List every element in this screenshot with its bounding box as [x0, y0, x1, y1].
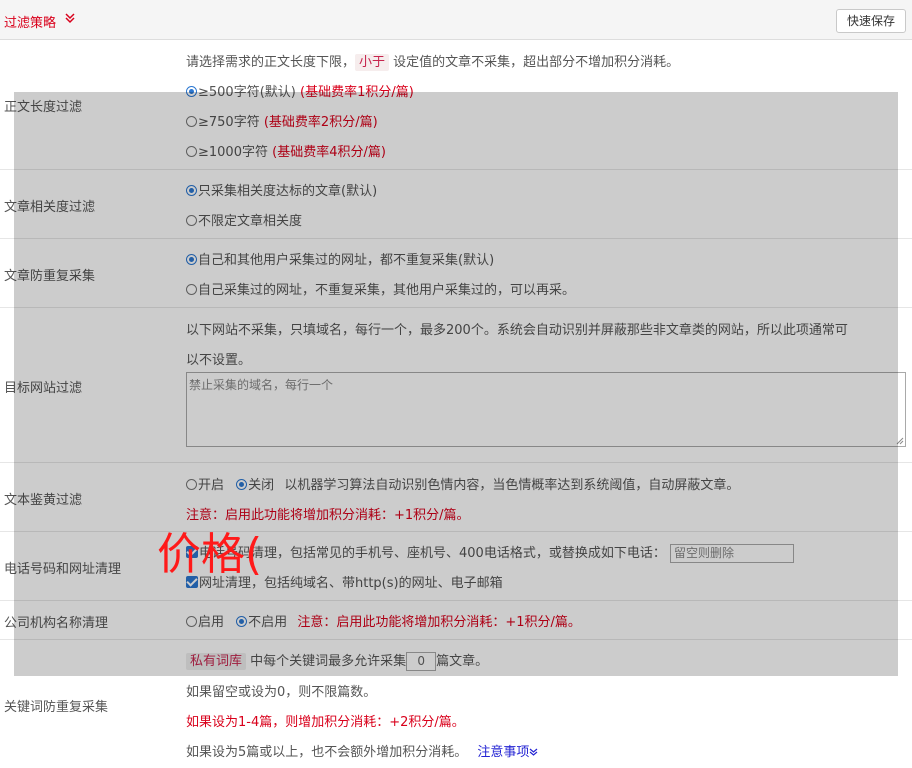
- quick-save-button[interactable]: 快速保存: [836, 9, 906, 33]
- keyword-note-3: 如果设为5篇或以上，也不会额外增加积分消耗。 注意事项: [186, 741, 538, 760]
- section-title: 过滤策略: [4, 16, 57, 31]
- less-than-tag: 小于: [355, 54, 390, 71]
- watermark-text: 价格(: [157, 529, 263, 580]
- double-chevron-down-icon[interactable]: [64, 11, 76, 25]
- keyword-note-1: 如果留空或设为0，则不限篇数。: [186, 685, 377, 700]
- length-filter-desc: 请选择需求的正文长度下限， 小于 设定值的文章不采集，超出部分不增加积分消耗。: [186, 54, 680, 71]
- selection-overlay: [14, 92, 898, 676]
- keyword-note-2: 如果设为1-4篇，则增加积分消耗：+2积分/篇。: [186, 715, 465, 730]
- notes-link[interactable]: 注意事项: [477, 745, 529, 760]
- chevron-down-icon[interactable]: [529, 747, 538, 757]
- filter-strategy-header: 过滤策略 快速保存: [0, 0, 912, 40]
- row-label: 关键词防重复采集: [4, 700, 109, 715]
